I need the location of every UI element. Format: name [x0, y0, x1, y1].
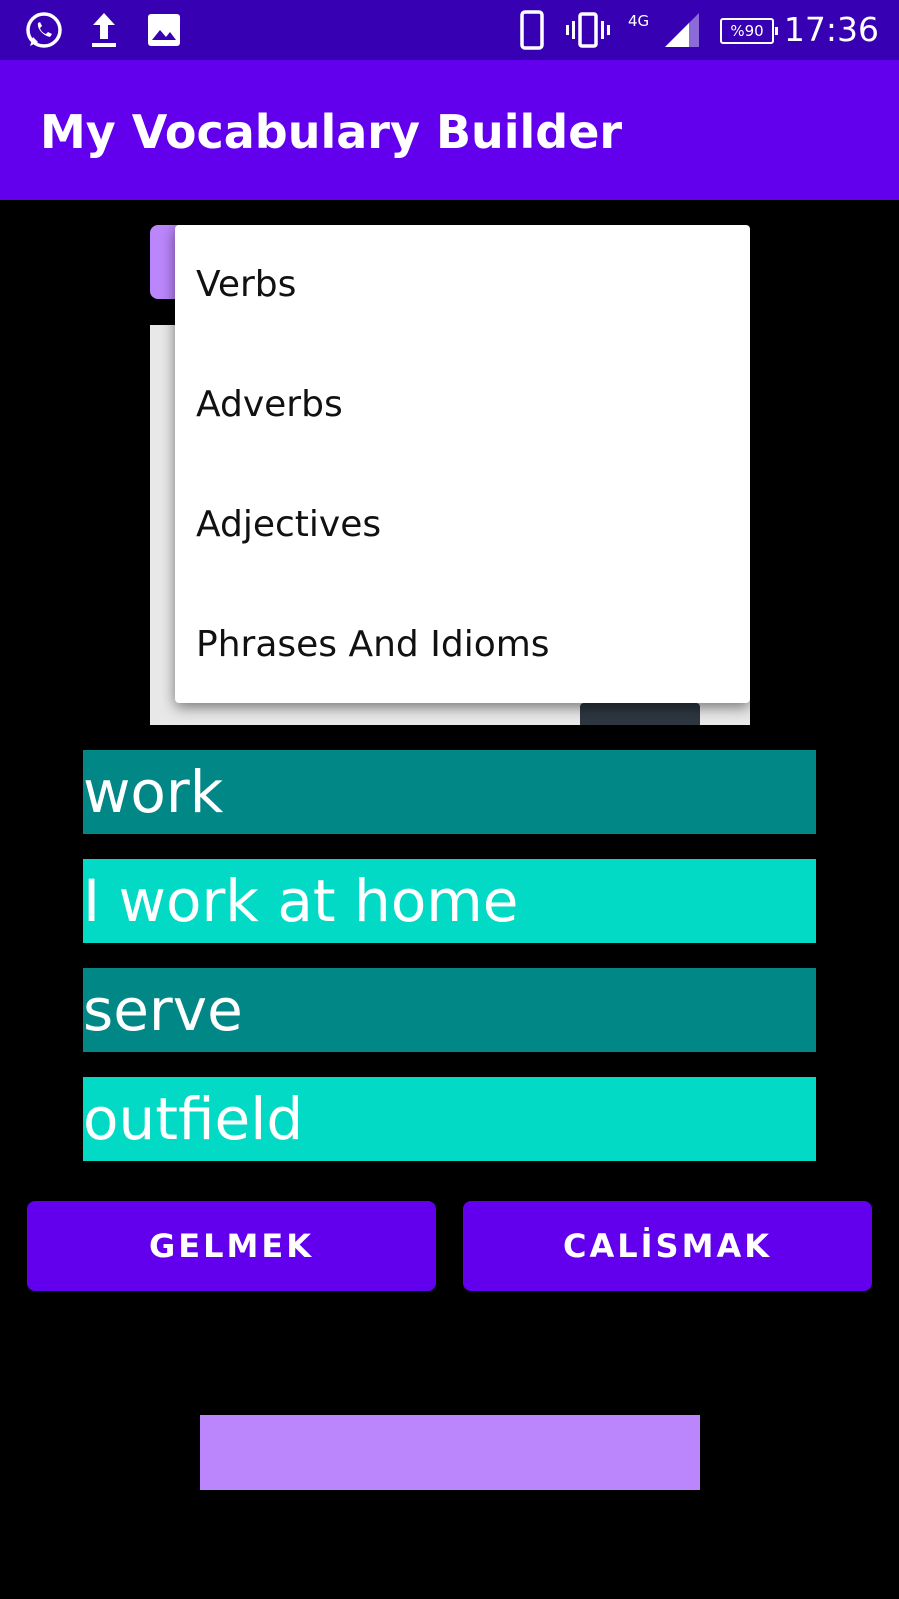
category-dropdown-menu: Verbs Adverbs Adjectives Phrases And Idi… [175, 225, 750, 703]
menu-item-phrases-and-idioms[interactable]: Phrases And Idioms [175, 585, 750, 705]
word-text-3: serve [83, 968, 816, 1052]
word-text-4: outfield [83, 1077, 816, 1161]
whatsapp-icon [22, 10, 66, 50]
signal-icon [662, 10, 702, 50]
menu-item-verbs[interactable]: Verbs [175, 225, 750, 345]
app-title: My Vocabulary Builder [40, 105, 623, 159]
word-text-2: I work at home [83, 859, 816, 943]
upload-icon [86, 10, 122, 50]
status-bar: 4G %90 17:36 [0, 0, 899, 60]
menu-item-adjectives[interactable]: Adjectives [175, 465, 750, 585]
image-detail [580, 703, 700, 725]
word-text-1: work [83, 750, 816, 834]
clock: 17:36 [783, 10, 879, 49]
battery-icon: %90 [720, 18, 778, 44]
calismak-button[interactable]: CALİSMAK [463, 1201, 872, 1291]
gelmek-button[interactable]: GELMEK [27, 1201, 436, 1291]
vibrate-icon [566, 10, 610, 50]
bottom-banner [200, 1415, 700, 1490]
network-type-label: 4G [628, 12, 650, 30]
image-icon [146, 10, 182, 50]
app-bar: My Vocabulary Builder [0, 60, 899, 200]
phone-icon [518, 10, 546, 50]
menu-item-adverbs[interactable]: Adverbs [175, 345, 750, 465]
